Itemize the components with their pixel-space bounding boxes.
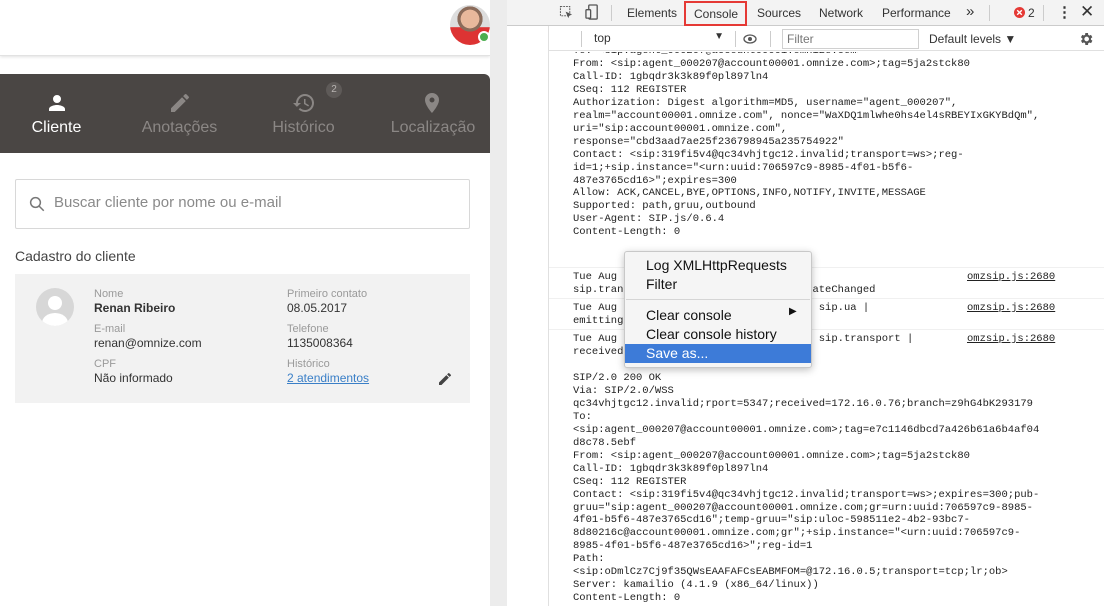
console-message: SIP/2.0 200 OK Via: SIP/2.0/WSS qc34vhjt…	[573, 372, 1040, 605]
tab-sources[interactable]: Sources	[757, 6, 801, 20]
menu-item-save-as[interactable]: Save as...	[625, 344, 811, 363]
client-search-input[interactable]	[54, 194, 454, 211]
tab-console[interactable]: Console	[684, 1, 747, 26]
client-tabs: Cliente Anotações Histórico Localização	[0, 74, 490, 153]
device-toolbar-icon[interactable]	[585, 4, 600, 21]
tab-elements[interactable]: Elements	[627, 6, 677, 20]
menu-separator	[626, 299, 810, 300]
dropdown-arrow-icon: ▼	[714, 31, 724, 42]
pencil-icon	[171, 93, 189, 112]
error-count[interactable]: 2	[1028, 6, 1035, 20]
more-tabs-button[interactable]: »	[966, 3, 974, 20]
log-levels-dropdown[interactable]: Default levels ▼	[929, 32, 1016, 46]
console-message: To: <sip:agent_000207@account00001.omniz…	[573, 52, 1040, 239]
gear-icon[interactable]	[1078, 31, 1094, 47]
tab-network[interactable]: Network	[819, 6, 863, 20]
person-icon	[49, 95, 65, 111]
client-phone: 1135008364	[287, 336, 353, 350]
tab-historico[interactable]: Histórico	[247, 74, 360, 153]
client-card	[15, 274, 470, 403]
toolbar-divider	[1043, 5, 1044, 21]
close-icon[interactable]: ✕	[1080, 2, 1094, 22]
kebab-menu-icon[interactable]: ⋮	[1057, 3, 1072, 21]
toolbar-divider	[989, 5, 990, 21]
devtools-gutter	[507, 0, 549, 606]
first-contact-date: 08.05.2017	[287, 301, 348, 315]
phone-label: Telefone	[287, 323, 329, 335]
tab-label: Histórico	[272, 119, 335, 136]
app-panel: Cliente Anotações Histórico Localização …	[0, 0, 507, 606]
console-toolbar: top ▼ Default levels ▼	[549, 27, 1104, 51]
devtools-tabbar: Elements Console Sources Network Perform…	[507, 0, 1104, 26]
menu-item-filter[interactable]: Filter ▶	[625, 275, 811, 317]
client-name: Renan Ribeiro	[94, 301, 176, 315]
eye-icon[interactable]	[743, 31, 757, 47]
toolbar-divider	[581, 31, 582, 47]
client-cpf: Não informado	[94, 371, 173, 385]
history-count-badge: 2	[326, 82, 342, 98]
client-search-box[interactable]	[15, 179, 470, 229]
source-link[interactable]: omzsip.js:2680	[967, 333, 1055, 346]
context-value: top	[594, 31, 611, 45]
menu-item-log-xhr[interactable]: Log XMLHttpRequests	[625, 256, 811, 275]
client-avatar	[36, 288, 74, 326]
name-label: Nome	[94, 288, 124, 300]
first-contact-label: Primeiro contato	[287, 288, 368, 300]
tab-label: Anotações	[141, 119, 218, 136]
tab-label: Cliente	[31, 119, 82, 136]
email-label: E-mail	[94, 323, 126, 335]
client-email: renan@omnize.com	[94, 336, 202, 350]
history-link[interactable]: 2 atendimentos	[287, 371, 369, 385]
tab-localizacao[interactable]: Localização	[376, 74, 490, 153]
error-icon[interactable]	[1014, 7, 1025, 18]
history-label: Histórico	[287, 358, 330, 370]
tab-cliente[interactable]: Cliente	[0, 74, 113, 153]
inspect-element-icon[interactable]	[559, 5, 574, 20]
tab-console-label: Console	[694, 7, 739, 21]
menu-item-filter-label: Filter	[646, 276, 678, 292]
tab-performance[interactable]: Performance	[882, 6, 951, 20]
panel-gutter	[490, 0, 507, 606]
context-selector[interactable]: top ▼	[594, 31, 724, 48]
source-link[interactable]: omzsip.js:2680	[967, 271, 1055, 284]
toolbar-divider	[735, 31, 736, 47]
console-message: emitting	[573, 315, 624, 327]
source-link[interactable]: omzsip.js:2680	[967, 302, 1055, 315]
tab-anotacoes[interactable]: Anotações	[123, 74, 236, 153]
search-icon	[29, 196, 45, 212]
history-icon	[293, 94, 314, 112]
app-topbar	[0, 0, 490, 56]
menu-item-clear-history[interactable]: Clear console history	[625, 325, 811, 344]
tab-label: Localização	[390, 119, 476, 136]
toolbar-divider	[611, 5, 612, 21]
online-status-indicator	[478, 31, 490, 43]
toolbar-divider	[770, 31, 771, 47]
location-pin-icon	[425, 93, 439, 113]
person-icon	[42, 296, 68, 326]
edit-pencil-icon[interactable]	[437, 371, 453, 387]
section-title: Cadastro do cliente	[15, 248, 136, 264]
menu-item-clear-console[interactable]: Clear console	[625, 306, 811, 325]
cpf-label: CPF	[94, 358, 116, 370]
console-message: received	[573, 346, 624, 358]
console-context-menu: Log XMLHttpRequests Filter ▶ Clear consol…	[624, 251, 812, 368]
console-filter-input[interactable]	[782, 29, 919, 49]
